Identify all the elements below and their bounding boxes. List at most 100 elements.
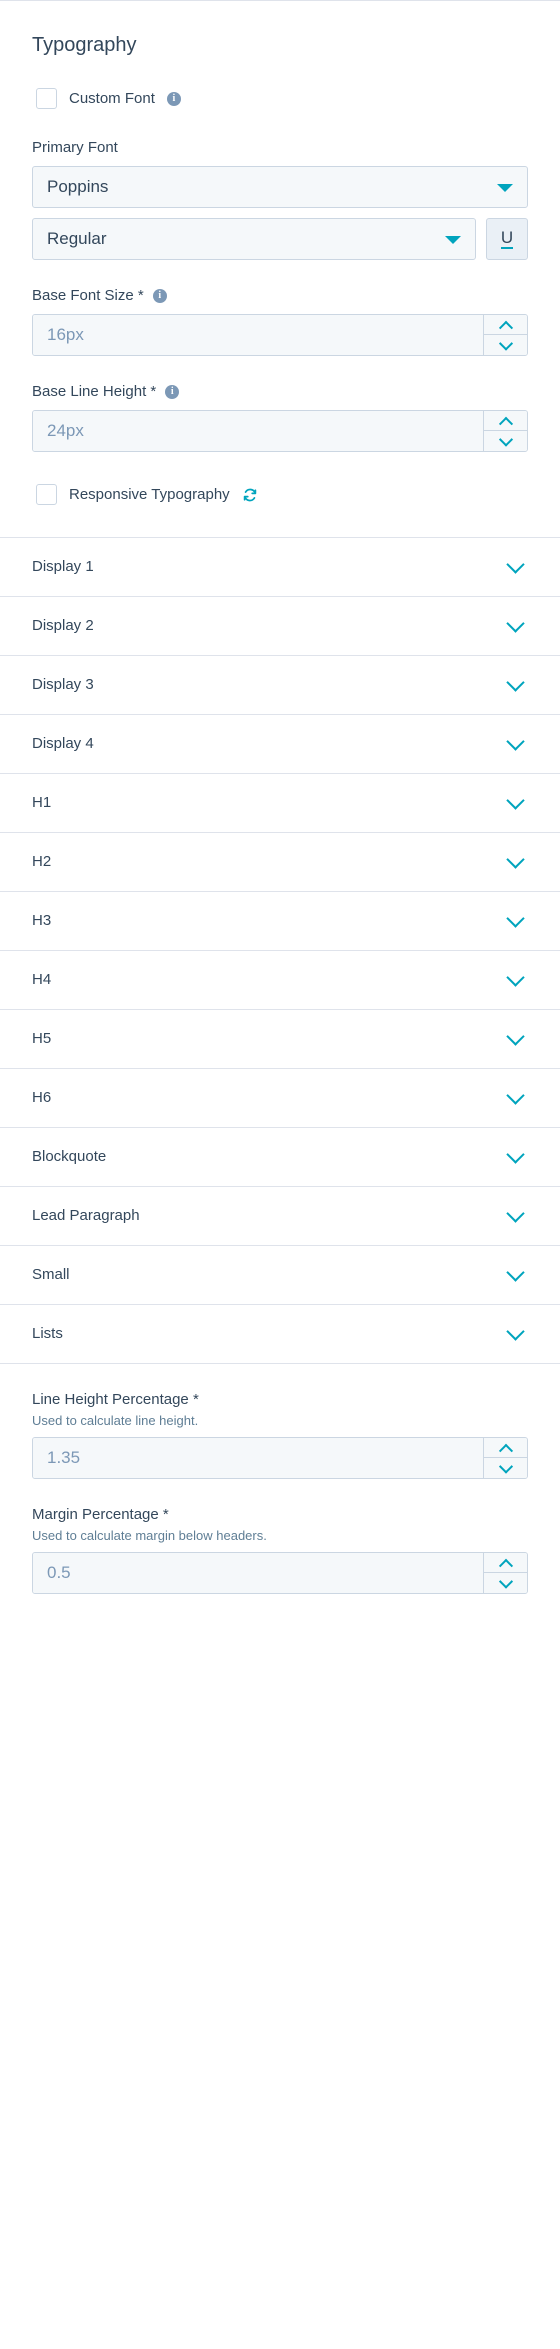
accordion-item-12[interactable]: Small — [0, 1245, 560, 1304]
chevron-up-icon — [498, 416, 513, 431]
info-icon[interactable]: i — [152, 289, 167, 303]
chevron-down-icon[interactable] — [506, 1027, 525, 1046]
stepper-decrement-button[interactable] — [484, 1458, 527, 1478]
stepper-decrement-button[interactable] — [484, 1573, 527, 1593]
primary-font-family-value: Poppins — [47, 177, 109, 196]
accordion-item-8[interactable]: H5 — [0, 1009, 560, 1068]
accordion-item-4[interactable]: H1 — [0, 773, 560, 832]
chevron-down-icon[interactable] — [506, 791, 525, 810]
chevron-down-icon[interactable] — [506, 968, 525, 987]
accordion-item-7[interactable]: H4 — [0, 950, 560, 1009]
chevron-down-icon[interactable] — [506, 1322, 525, 1341]
accordion-item-label: Display 1 — [32, 558, 94, 575]
info-icon[interactable]: i — [165, 385, 180, 399]
chevron-down-icon[interactable] — [506, 673, 525, 692]
chevron-down-icon[interactable] — [506, 850, 525, 869]
typography-form-section: Typography Custom Font i Primary Font Po… — [0, 1, 560, 537]
chevron-down-icon[interactable] — [506, 555, 525, 574]
base-line-height-input[interactable]: 24px — [33, 411, 483, 451]
accordion-item-1[interactable]: Display 2 — [0, 596, 560, 655]
line-height-percentage-label-text: Line Height Percentage * — [32, 1391, 199, 1408]
primary-font-family-select[interactable]: Poppins — [32, 166, 528, 208]
stepper-increment-button[interactable] — [484, 315, 527, 335]
line-height-percentage-stepper[interactable]: 1.35 — [32, 1437, 528, 1479]
custom-font-checkbox-row[interactable]: Custom Font i — [32, 88, 528, 109]
base-font-size-input[interactable]: 16px — [33, 315, 483, 355]
typography-settings-panel: Typography Custom Font i Primary Font Po… — [0, 0, 560, 2349]
line-height-percentage-label: Line Height Percentage * — [32, 1390, 528, 1410]
margin-percentage-stepper[interactable]: 0.5 — [32, 1552, 528, 1594]
chevron-down-icon[interactable] — [506, 1204, 525, 1223]
accordion-item-10[interactable]: Blockquote — [0, 1127, 560, 1186]
accordion-item-13[interactable]: Lists — [0, 1304, 560, 1363]
underline-toggle-button[interactable]: U — [486, 218, 528, 260]
stepper-increment-button[interactable] — [484, 1553, 527, 1573]
chevron-down-icon — [498, 432, 513, 447]
line-height-percentage-help: Used to calculate line height. — [32, 1413, 199, 1428]
chevron-down-icon — [498, 1574, 513, 1589]
margin-percentage-label: Margin Percentage * — [32, 1505, 528, 1525]
chevron-down-icon[interactable] — [445, 236, 461, 244]
accordion-item-label: H6 — [32, 1089, 52, 1106]
margin-percentage-stepper-buttons[interactable] — [483, 1553, 527, 1593]
base-line-height-label: Base Line Height * i — [32, 382, 528, 402]
responsive-typography-row[interactable]: Responsive Typography — [32, 484, 528, 505]
margin-percentage-input[interactable]: 0.5 — [33, 1553, 483, 1593]
accordion-item-label: Blockquote — [32, 1148, 107, 1165]
chevron-up-icon — [498, 1443, 513, 1458]
stepper-decrement-button[interactable] — [484, 431, 527, 451]
page-title: Typography — [32, 34, 137, 56]
chevron-down-icon[interactable] — [506, 1263, 525, 1282]
primary-font-field: Primary Font Poppins Regular U — [32, 138, 528, 260]
line-height-percentage-field: Line Height Percentage * Used to calcula… — [32, 1390, 528, 1479]
accordion-item-label: H2 — [32, 853, 52, 870]
line-height-percentage-stepper-buttons[interactable] — [483, 1438, 527, 1478]
chevron-down-icon[interactable] — [506, 1086, 525, 1105]
primary-font-label-text: Primary Font — [32, 139, 118, 156]
accordion-item-11[interactable]: Lead Paragraph — [0, 1186, 560, 1245]
accordion-item-label: Display 3 — [32, 676, 94, 693]
accordion-item-label: Small — [32, 1266, 70, 1283]
accordion-item-6[interactable]: H3 — [0, 891, 560, 950]
info-icon[interactable]: i — [166, 91, 181, 106]
margin-percentage-label-text: Margin Percentage * — [32, 1506, 169, 1523]
accordion-item-label: H1 — [32, 794, 52, 811]
base-font-size-label-text: Base Font Size * — [32, 287, 144, 304]
typography-accordion-list: Display 1 Display 2 Display 3 Display 4 … — [0, 537, 560, 1363]
base-font-size-label: Base Font Size * i — [32, 286, 528, 306]
chevron-down-icon[interactable] — [506, 614, 525, 633]
accordion-item-9[interactable]: H6 — [0, 1068, 560, 1127]
base-line-height-stepper-buttons[interactable] — [483, 411, 527, 451]
chevron-up-icon — [498, 1558, 513, 1573]
custom-font-checkbox[interactable] — [36, 88, 57, 109]
chevron-down-icon[interactable] — [506, 1145, 525, 1164]
stepper-increment-button[interactable] — [484, 411, 527, 431]
accordion-item-label: Display 2 — [32, 617, 94, 634]
accordion-item-label: H5 — [32, 1030, 52, 1047]
chevron-up-icon — [498, 320, 513, 335]
stepper-increment-button[interactable] — [484, 1438, 527, 1458]
chevron-down-icon[interactable] — [497, 184, 513, 192]
refresh-icon[interactable] — [242, 487, 258, 503]
margin-percentage-field: Margin Percentage * Used to calculate ma… — [32, 1505, 528, 1594]
accordion-item-label: Display 4 — [32, 735, 94, 752]
base-font-size-stepper[interactable]: 16px — [32, 314, 528, 356]
accordion-item-3[interactable]: Display 4 — [0, 714, 560, 773]
primary-font-weight-select[interactable]: Regular — [32, 218, 476, 260]
accordion-item-label: H4 — [32, 971, 52, 988]
stepper-decrement-button[interactable] — [484, 335, 527, 355]
responsive-typography-checkbox[interactable] — [36, 484, 57, 505]
accordion-item-0[interactable]: Display 1 — [0, 537, 560, 596]
accordion-item-label: Lead Paragraph — [32, 1207, 140, 1224]
base-line-height-label-text: Base Line Height * — [32, 383, 157, 400]
primary-font-weight-row: Regular U — [32, 218, 528, 260]
base-line-height-stepper[interactable]: 24px — [32, 410, 528, 452]
chevron-down-icon[interactable] — [506, 732, 525, 751]
chevron-down-icon[interactable] — [506, 909, 525, 928]
primary-font-label: Primary Font — [32, 138, 528, 158]
accordion-item-2[interactable]: Display 3 — [0, 655, 560, 714]
accordion-item-label: H3 — [32, 912, 52, 929]
line-height-percentage-input[interactable]: 1.35 — [33, 1438, 483, 1478]
base-font-size-stepper-buttons[interactable] — [483, 315, 527, 355]
accordion-item-5[interactable]: H2 — [0, 832, 560, 891]
